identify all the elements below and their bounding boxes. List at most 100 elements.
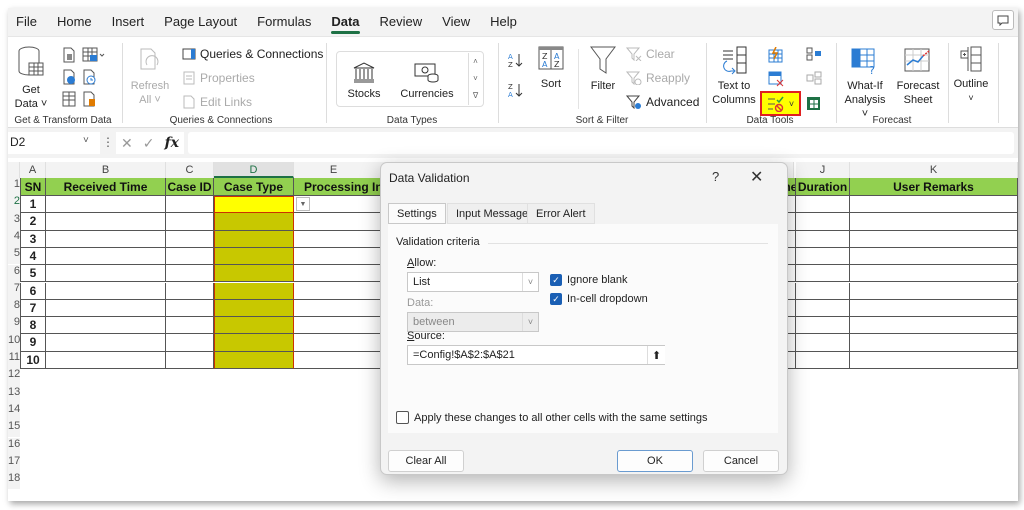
gallery-up-icon[interactable]: ˄ bbox=[469, 53, 482, 70]
header-cell-case-id[interactable]: Case ID bbox=[166, 178, 214, 196]
cancel-icon[interactable]: ✕ bbox=[121, 135, 133, 152]
comments-button[interactable] bbox=[992, 10, 1014, 30]
from-range-icon[interactable] bbox=[62, 91, 76, 107]
column-header-j[interactable]: J bbox=[796, 162, 850, 178]
name-box-dropdown-icon[interactable]: ˅ bbox=[83, 135, 89, 146]
sn-cell[interactable]: 4 bbox=[20, 247, 46, 266]
enter-icon[interactable]: ✓ bbox=[143, 135, 155, 152]
from-table-icon[interactable] bbox=[82, 47, 106, 63]
header-cell-duration[interactable]: Duration bbox=[796, 178, 850, 196]
tab-file[interactable]: File bbox=[16, 11, 37, 32]
table-cell[interactable] bbox=[166, 299, 214, 318]
tab-formulas[interactable]: Formulas bbox=[257, 11, 311, 32]
tab-data[interactable]: Data bbox=[331, 11, 360, 34]
table-cell[interactable] bbox=[166, 334, 214, 352]
table-cell[interactable] bbox=[850, 230, 1018, 248]
column-header-b[interactable]: B bbox=[46, 162, 166, 178]
table-cell[interactable] bbox=[166, 230, 214, 248]
queries-connections-button[interactable]: Queries & Connections bbox=[182, 47, 323, 61]
table-cell[interactable] bbox=[46, 317, 166, 335]
apply-all-checkbox[interactable]: Apply these changes to all other cells w… bbox=[396, 411, 708, 424]
table-cell[interactable] bbox=[796, 351, 850, 369]
row-header[interactable]: 15 bbox=[8, 420, 20, 438]
case-type-cell[interactable] bbox=[214, 282, 294, 300]
row-header[interactable]: 11 bbox=[8, 351, 20, 369]
case-type-cell[interactable] bbox=[214, 299, 294, 318]
from-web-icon[interactable] bbox=[62, 69, 76, 85]
table-cell[interactable] bbox=[46, 299, 166, 318]
active-cell-d2[interactable] bbox=[214, 196, 294, 214]
forecast-sheet-button[interactable]: Forecast Sheet bbox=[894, 45, 942, 107]
row-header[interactable]: 16 bbox=[8, 437, 20, 455]
table-cell[interactable] bbox=[796, 230, 850, 248]
table-cell[interactable] bbox=[46, 282, 166, 300]
filter-button[interactable]: Filter bbox=[586, 45, 620, 93]
tab-error-alert[interactable]: Error Alert bbox=[527, 203, 595, 224]
column-header-a[interactable]: A bbox=[20, 162, 46, 178]
apply-all-check-icon[interactable] bbox=[396, 411, 409, 424]
row-header[interactable]: 4 bbox=[8, 229, 20, 248]
sort-button[interactable]: ZAAZ Sort bbox=[532, 45, 570, 91]
allow-select[interactable]: List ˅ bbox=[407, 272, 539, 292]
case-type-cell[interactable] bbox=[214, 334, 294, 352]
table-cell[interactable] bbox=[46, 351, 166, 369]
row-header[interactable]: 10 bbox=[8, 333, 20, 351]
sort-z-a-icon[interactable]: ZA bbox=[508, 81, 524, 99]
row-header[interactable]: 7 bbox=[8, 281, 20, 300]
case-type-cell[interactable] bbox=[214, 351, 294, 369]
table-cell[interactable] bbox=[166, 282, 214, 300]
header-cell-sn[interactable]: SN bbox=[20, 178, 46, 196]
allow-dropdown-icon[interactable]: ˅ bbox=[522, 273, 538, 291]
source-input[interactable]: =Config!$A$2:$A$21 bbox=[407, 345, 665, 365]
sn-cell[interactable]: 8 bbox=[20, 317, 46, 335]
ignore-blank-check-icon[interactable]: ✓ bbox=[550, 274, 562, 286]
outline-button[interactable]: Outline ˅ bbox=[948, 45, 994, 105]
table-cell[interactable] bbox=[850, 265, 1018, 283]
table-cell[interactable] bbox=[850, 247, 1018, 266]
header-cell-processing[interactable]: Processing In bbox=[294, 178, 384, 196]
table-cell[interactable] bbox=[850, 282, 1018, 300]
tab-home[interactable]: Home bbox=[57, 11, 92, 32]
tab-insert[interactable]: Insert bbox=[112, 11, 145, 32]
ignore-blank-checkbox[interactable]: ✓ Ignore blank bbox=[550, 274, 628, 286]
table-cell[interactable] bbox=[166, 265, 214, 283]
consolidate-icon[interactable] bbox=[806, 47, 822, 61]
table-cell[interactable] bbox=[796, 317, 850, 335]
select-all-corner[interactable] bbox=[8, 162, 20, 178]
sn-cell[interactable]: 2 bbox=[20, 213, 46, 231]
gallery-down-icon[interactable]: ˅ bbox=[469, 70, 482, 87]
tab-help[interactable]: Help bbox=[490, 11, 517, 32]
formula-bar-grip-icon[interactable]: ⋮ bbox=[102, 135, 114, 149]
case-type-cell[interactable] bbox=[214, 247, 294, 266]
sn-cell[interactable]: 6 bbox=[20, 282, 46, 300]
sn-cell[interactable]: 3 bbox=[20, 230, 46, 248]
collapse-dialog-button[interactable]: ⬆ bbox=[647, 346, 665, 364]
table-cell[interactable] bbox=[46, 334, 166, 352]
table-cell[interactable] bbox=[46, 230, 166, 248]
formula-input[interactable] bbox=[188, 132, 1014, 154]
case-type-cell[interactable] bbox=[214, 230, 294, 248]
sn-cell[interactable]: 9 bbox=[20, 334, 46, 352]
ok-button[interactable]: OK bbox=[617, 450, 693, 472]
gallery-scroll[interactable]: ˄ ˅ ∇ bbox=[468, 53, 482, 105]
table-cell[interactable] bbox=[796, 196, 850, 214]
row-header[interactable]: 3 bbox=[8, 212, 20, 230]
row-header[interactable]: 9 bbox=[8, 316, 20, 334]
help-button[interactable]: ? bbox=[712, 169, 719, 184]
table-cell[interactable] bbox=[850, 317, 1018, 335]
clear-all-button[interactable]: Clear All bbox=[388, 450, 464, 472]
tab-input-message[interactable]: Input Message bbox=[447, 203, 538, 224]
cell-dropdown-icon[interactable]: ▼ bbox=[296, 197, 310, 211]
row-header[interactable]: 14 bbox=[8, 402, 20, 421]
row-header[interactable]: 13 bbox=[8, 385, 20, 403]
table-cell[interactable] bbox=[850, 196, 1018, 214]
table-cell[interactable] bbox=[796, 247, 850, 266]
table-cell[interactable] bbox=[850, 351, 1018, 369]
gallery-more-icon[interactable]: ∇ bbox=[469, 87, 482, 104]
table-cell[interactable] bbox=[166, 317, 214, 335]
row-header[interactable]: 5 bbox=[8, 247, 20, 265]
column-header-c[interactable]: C bbox=[166, 162, 214, 178]
stocks-button[interactable]: Stocks bbox=[344, 61, 384, 101]
data-model-icon[interactable] bbox=[806, 95, 822, 111]
table-cell[interactable] bbox=[166, 351, 214, 369]
